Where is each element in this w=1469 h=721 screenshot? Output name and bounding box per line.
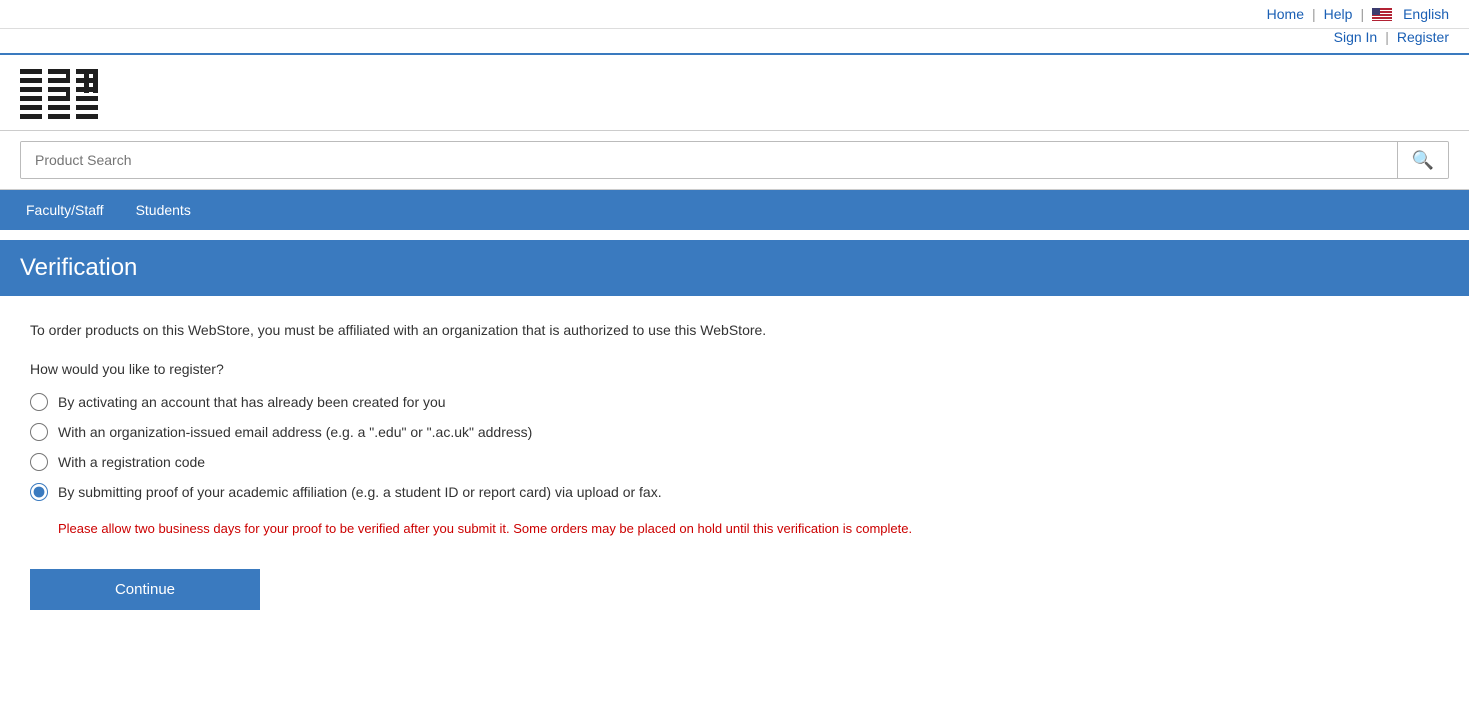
ibm-logo xyxy=(20,65,150,120)
radio-input-3[interactable] xyxy=(30,453,48,471)
signin-link[interactable]: Sign In xyxy=(1334,29,1378,45)
register-question: How would you like to register? xyxy=(30,361,1439,377)
search-icon: 🔍 xyxy=(1412,150,1434,170)
radio-label-4: By submitting proof of your academic aff… xyxy=(58,484,662,500)
radio-option-1[interactable]: By activating an account that has alread… xyxy=(30,393,1439,411)
page-title: Verification xyxy=(20,254,1449,282)
nav-menu: Faculty/Staff Students xyxy=(0,190,1469,230)
radio-options: By activating an account that has alread… xyxy=(30,393,1439,539)
search-bar-container: 🔍 xyxy=(0,130,1469,190)
help-link[interactable]: Help xyxy=(1324,6,1353,22)
nav-item-faculty-staff[interactable]: Faculty/Staff xyxy=(10,190,120,230)
description-text: To order products on this WebStore, you … xyxy=(30,320,1439,341)
radio-input-1[interactable] xyxy=(30,393,48,411)
flag-icon xyxy=(1372,8,1392,21)
language-link[interactable]: English xyxy=(1403,6,1449,22)
radio-label-3: With a registration code xyxy=(58,454,205,470)
separator-1: | xyxy=(1312,6,1316,22)
separator-3: | xyxy=(1385,29,1389,45)
radio-option-2[interactable]: With an organization-issued email addres… xyxy=(30,423,1439,441)
search-bar: 🔍 xyxy=(20,141,1449,179)
header xyxy=(0,55,1469,130)
radio-option-4[interactable]: By submitting proof of your academic aff… xyxy=(30,483,1439,501)
main-content: To order products on this WebStore, you … xyxy=(0,296,1469,634)
warning-text: Please allow two business days for your … xyxy=(58,519,1439,539)
continue-button[interactable]: Continue xyxy=(30,569,260,610)
page-header: Verification xyxy=(0,240,1469,296)
radio-option-3[interactable]: With a registration code xyxy=(30,453,1439,471)
nav-item-students[interactable]: Students xyxy=(120,190,207,230)
home-link[interactable]: Home xyxy=(1267,6,1304,22)
separator-2: | xyxy=(1360,6,1364,22)
radio-label-1: By activating an account that has alread… xyxy=(58,394,446,410)
radio-input-2[interactable] xyxy=(30,423,48,441)
search-button[interactable]: 🔍 xyxy=(1397,142,1448,178)
register-link[interactable]: Register xyxy=(1397,29,1449,45)
radio-input-4[interactable] xyxy=(30,483,48,501)
radio-label-2: With an organization-issued email addres… xyxy=(58,424,532,440)
search-input[interactable] xyxy=(21,142,1397,178)
